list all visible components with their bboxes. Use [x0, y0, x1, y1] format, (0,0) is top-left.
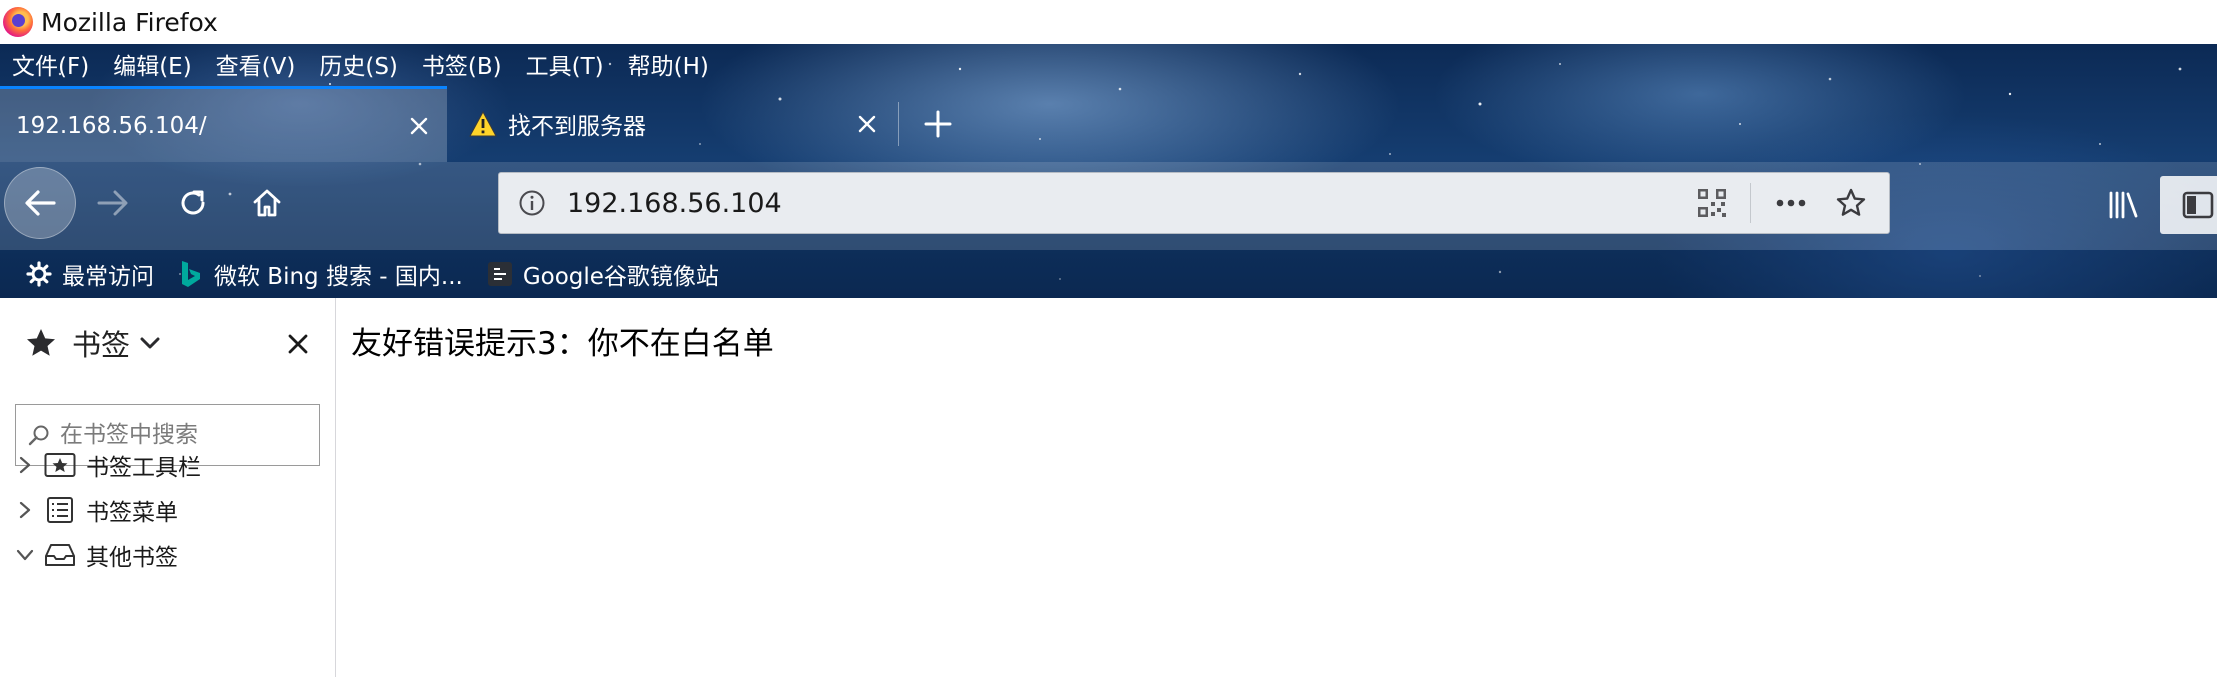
browser-chrome: 文件(F) 编辑(E) 查看(V) 历史(S) 书签(B) 工具(T) 帮助(H… — [0, 44, 2217, 298]
back-button[interactable] — [4, 167, 76, 239]
tree-item-bookmarks-toolbar[interactable] — [0, 336, 336, 386]
gear-icon — [26, 261, 52, 287]
bookmark-label: 微软 Bing 搜索 - 国内... — [214, 264, 463, 290]
page-content: 友好错误提示3：你不在白名单 — [337, 298, 2217, 677]
tab-separator — [898, 102, 899, 146]
page-actions-button[interactable] — [1769, 181, 1813, 225]
tree-item-label: 其他书签 — [86, 545, 178, 571]
tab-label: 192.168.56.104/ — [16, 112, 207, 139]
firefox-logo-icon — [3, 7, 33, 37]
menu-tools[interactable]: 工具(T) — [526, 47, 604, 81]
plus-icon — [924, 110, 952, 138]
bookmark-most-visited[interactable]: 最常访问 — [26, 257, 154, 291]
tree-item-other-folder[interactable]: 其他书签 — [0, 530, 336, 580]
arrow-left-icon — [25, 190, 56, 216]
warning-icon — [468, 109, 498, 139]
bookmark-menu-icon — [44, 494, 76, 526]
star-outline-icon — [1836, 188, 1866, 216]
bookmark-google-mirror[interactable]: Google谷歌镜像站 — [487, 257, 719, 291]
tab-close-icon[interactable] — [401, 108, 437, 144]
navigation-toolbar: 192.168.56.104 — [0, 162, 2217, 250]
info-icon[interactable] — [517, 188, 547, 218]
reload-button[interactable] — [170, 180, 216, 226]
menu-history[interactable]: 历史(S) — [319, 47, 398, 81]
menu-file[interactable]: 文件(F) — [12, 47, 89, 81]
error-message: 友好错误提示3：你不在白名单 — [351, 326, 774, 362]
tab-inactive[interactable]: 找不到服务器 — [450, 86, 895, 162]
window-titlebar: Mozilla Firefox — [0, 0, 2217, 44]
new-tab-button[interactable] — [918, 104, 958, 144]
url-bar[interactable]: 192.168.56.104 — [498, 172, 1890, 234]
bookmark-toolbar-icon — [44, 449, 76, 481]
tab-strip: 192.168.56.104/ 找不到服务器 — [0, 84, 2217, 162]
tree-item-toolbar-folder[interactable]: 书签工具栏 — [0, 440, 336, 490]
tree-item-label: 书签菜单 — [86, 500, 178, 526]
bookmarks-sidebar: 书签 书签工具栏 书签菜单 — [0, 298, 336, 677]
reload-icon — [181, 190, 205, 215]
bookmark-star-button[interactable] — [1829, 181, 1873, 225]
sidebar-toggle-button[interactable] — [2160, 176, 2217, 234]
bookmark-bing[interactable]: 微软 Bing 搜索 - 国内... — [178, 257, 463, 291]
menu-bar: 文件(F) 编辑(E) 查看(V) 历史(S) 书签(B) 工具(T) 帮助(H… — [0, 44, 733, 84]
bookmark-label: 最常访问 — [62, 264, 154, 290]
home-icon — [253, 189, 281, 217]
bookmark-label: Google谷歌镜像站 — [522, 264, 719, 290]
chevron-down-icon[interactable] — [14, 544, 36, 566]
tree-item-menu-folder[interactable]: 书签菜单 — [0, 485, 336, 535]
tab-label: 找不到服务器 — [508, 114, 646, 140]
sidebar-icon — [2182, 191, 2214, 219]
menu-help[interactable]: 帮助(H) — [628, 47, 709, 81]
url-bar-separator — [1750, 183, 1751, 223]
library-icon — [2109, 191, 2138, 219]
qr-code-icon — [1698, 189, 1726, 217]
tab-active[interactable]: 192.168.56.104/ — [0, 86, 447, 162]
bing-icon — [178, 261, 204, 287]
other-bookmarks-icon — [44, 539, 76, 571]
window-title: Mozilla Firefox — [41, 7, 218, 37]
chevron-right-icon[interactable] — [14, 454, 36, 476]
menu-view[interactable]: 查看(V) — [216, 47, 296, 81]
menu-edit[interactable]: 编辑(E) — [113, 47, 191, 81]
more-dots-icon — [1776, 199, 1806, 207]
arrow-right-icon — [97, 190, 128, 216]
library-button[interactable] — [2100, 182, 2146, 228]
home-button[interactable] — [244, 180, 290, 226]
tree-item-label: 书签工具栏 — [86, 455, 201, 481]
forward-button[interactable] — [90, 180, 136, 226]
site-icon — [487, 261, 513, 287]
qr-code-button[interactable] — [1690, 181, 1734, 225]
menu-bookmarks[interactable]: 书签(B) — [422, 47, 502, 81]
chevron-right-icon[interactable] — [14, 499, 36, 521]
bookmarks-toolbar: 最常访问 微软 Bing 搜索 - 国内... Google谷歌镜像站 — [0, 250, 2217, 298]
tab-close-icon[interactable] — [849, 106, 885, 142]
url-text[interactable]: 192.168.56.104 — [567, 188, 1690, 219]
